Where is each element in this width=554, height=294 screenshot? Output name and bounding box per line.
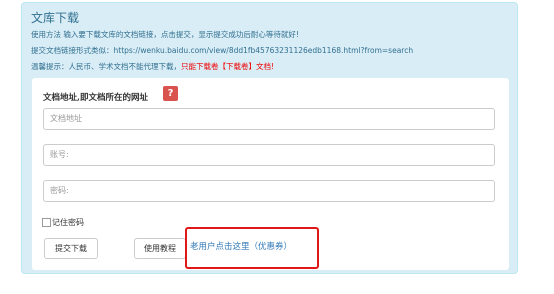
remember-checkbox[interactable]	[42, 218, 51, 227]
remember-password[interactable]: 记住密码	[42, 217, 84, 228]
tutorial-button[interactable]: 使用教程	[134, 238, 186, 259]
old-user-link[interactable]: 老用户点击这里（优惠券）	[190, 240, 292, 252]
password-input[interactable]: 密码:	[43, 180, 495, 202]
panel-title: 文库下载	[31, 11, 80, 25]
remember-label: 记住密码	[52, 218, 84, 227]
doc-url-label: 文档地址,即文档所在的网址	[43, 93, 148, 103]
usage-instructions: 使用方法 输入要下载文库的文档链接，点击提交，显示提交成功后耐心等待就好!	[31, 30, 299, 39]
submit-download-button[interactable]: 提交下载	[44, 238, 98, 259]
account-input[interactable]: 账号:	[43, 144, 495, 166]
notice-warning: 只能下载卷【下载卷】文档!	[181, 62, 275, 71]
link-format-example: 提交文档链接形式类似：https://wenku.baidu.com/view/…	[31, 46, 414, 55]
notice-text: 温馨提示：人民币、学术文档不能代理下载，	[31, 62, 181, 71]
notice-line: 温馨提示：人民币、学术文档不能代理下载，只能下载卷【下载卷】文档!	[31, 61, 274, 72]
doc-url-input[interactable]: 文档地址	[43, 108, 495, 130]
help-icon[interactable]: ?	[163, 86, 178, 101]
